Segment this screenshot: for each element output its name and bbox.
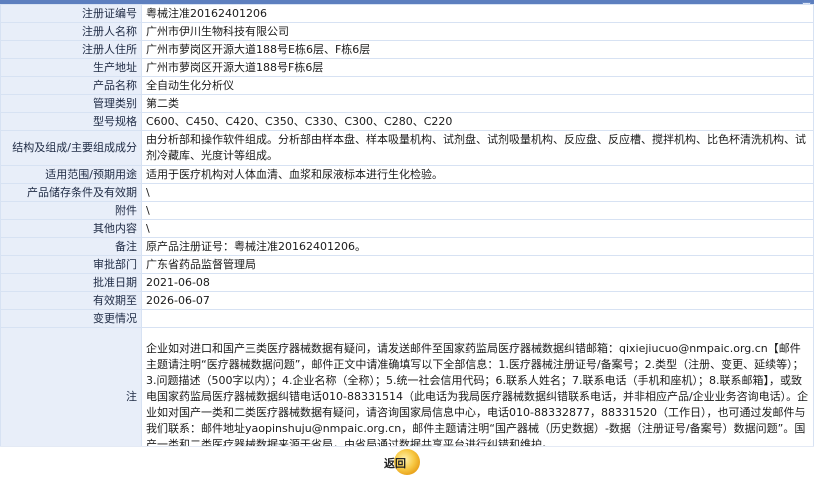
row-value: 广东省药品监督管理局 [141, 255, 814, 274]
row-value: 原产品注册证号：粤械注准20162401206。 [141, 237, 814, 256]
detail-row: 批准日期 2021-06-08 [0, 273, 814, 292]
detail-row: 注册人名称 广州市伊川生物科技有限公司 [0, 22, 814, 41]
row-value: 全自动生化分析仪 [141, 76, 814, 95]
row-value: C600、C450、C420、C350、C330、C300、C280、C220 [141, 112, 814, 131]
row-value: \ [141, 219, 814, 238]
detail-row: 其他内容 \ [0, 219, 814, 238]
detail-row: 附件 \ [0, 201, 814, 220]
row-label: 批准日期 [0, 273, 142, 292]
row-label: 变更情况 [0, 309, 142, 328]
row-value: 由分析部和操作软件组成。分析部由样本盘、样本吸量机构、试剂盘、试剂吸量机构、反应… [141, 130, 814, 166]
detail-row: 生产地址 广州市萝岗区开源大道188号F栋6层 [0, 58, 814, 77]
detail-table: 注册证编号 粤械注准20162401206 注册人名称 广州市伊川生物科技有限公司 注册… [0, 4, 814, 467]
return-label: 返回 [384, 457, 406, 470]
row-value [141, 309, 814, 328]
row-label: 产品储存条件及有效期 [0, 183, 142, 202]
row-label: 附件 [0, 201, 142, 220]
row-value: 2021-06-08 [141, 273, 814, 292]
detail-row: 有效期至 2026-06-07 [0, 291, 814, 310]
row-label: 有效期至 [0, 291, 142, 310]
row-value: 广州市萝岗区开源大道188号E栋6层、F栋6层 [141, 40, 814, 59]
detail-row: 审批部门 广东省药品监督管理局 [0, 255, 814, 274]
row-value: 适用于医疗机构对人体血清、血浆和尿液标本进行生化检验。 [141, 165, 814, 184]
row-value: 粤械注准20162401206 [141, 4, 814, 23]
row-label: 型号规格 [0, 112, 142, 131]
row-label: 审批部门 [0, 255, 142, 274]
detail-row: 型号规格 C600、C450、C420、C350、C330、C300、C280、C… [0, 112, 814, 131]
row-label: 其他内容 [0, 219, 142, 238]
row-value: 广州市伊川生物科技有限公司 [141, 22, 814, 41]
row-label: 管理类别 [0, 94, 142, 113]
row-label: 生产地址 [0, 58, 142, 77]
detail-row: 注册人住所 广州市萝岗区开源大道188号E栋6层、F栋6层 [0, 40, 814, 59]
detail-row: 结构及组成/主要组成成分 由分析部和操作软件组成。分析部由样本盘、样本吸量机构、试… [0, 130, 814, 166]
detail-row: 备注 原产品注册证号：粤械注准20162401206。 [0, 237, 814, 256]
detail-row: 产品名称 全自动生化分析仪 [0, 76, 814, 95]
row-label: 注册人名称 [0, 22, 142, 41]
row-value: 第二类 [141, 94, 814, 113]
row-label: 结构及组成/主要组成成分 [0, 130, 142, 166]
row-label: 产品名称 [0, 76, 142, 95]
return-button[interactable]: 返回 [384, 449, 428, 475]
detail-row: 产品储存条件及有效期 \ [0, 183, 814, 202]
row-label: 注册人住所 [0, 40, 142, 59]
row-value: 广州市萝岗区开源大道188号F栋6层 [141, 58, 814, 77]
detail-row: 管理类别 第二类 [0, 94, 814, 113]
detail-row: 变更情况 [0, 309, 814, 328]
row-label: 备注 [0, 237, 142, 256]
row-value: \ [141, 183, 814, 202]
row-label: 注册证编号 [0, 4, 142, 23]
row-value: 2026-06-07 [141, 291, 814, 310]
row-label: 适用范围/预期用途 [0, 165, 142, 184]
detail-row: 适用范围/预期用途 适用于医疗机构对人体血清、血浆和尿液标本进行生化检验。 [0, 165, 814, 184]
detail-row: 注册证编号 粤械注准20162401206 [0, 4, 814, 23]
row-value: \ [141, 201, 814, 220]
